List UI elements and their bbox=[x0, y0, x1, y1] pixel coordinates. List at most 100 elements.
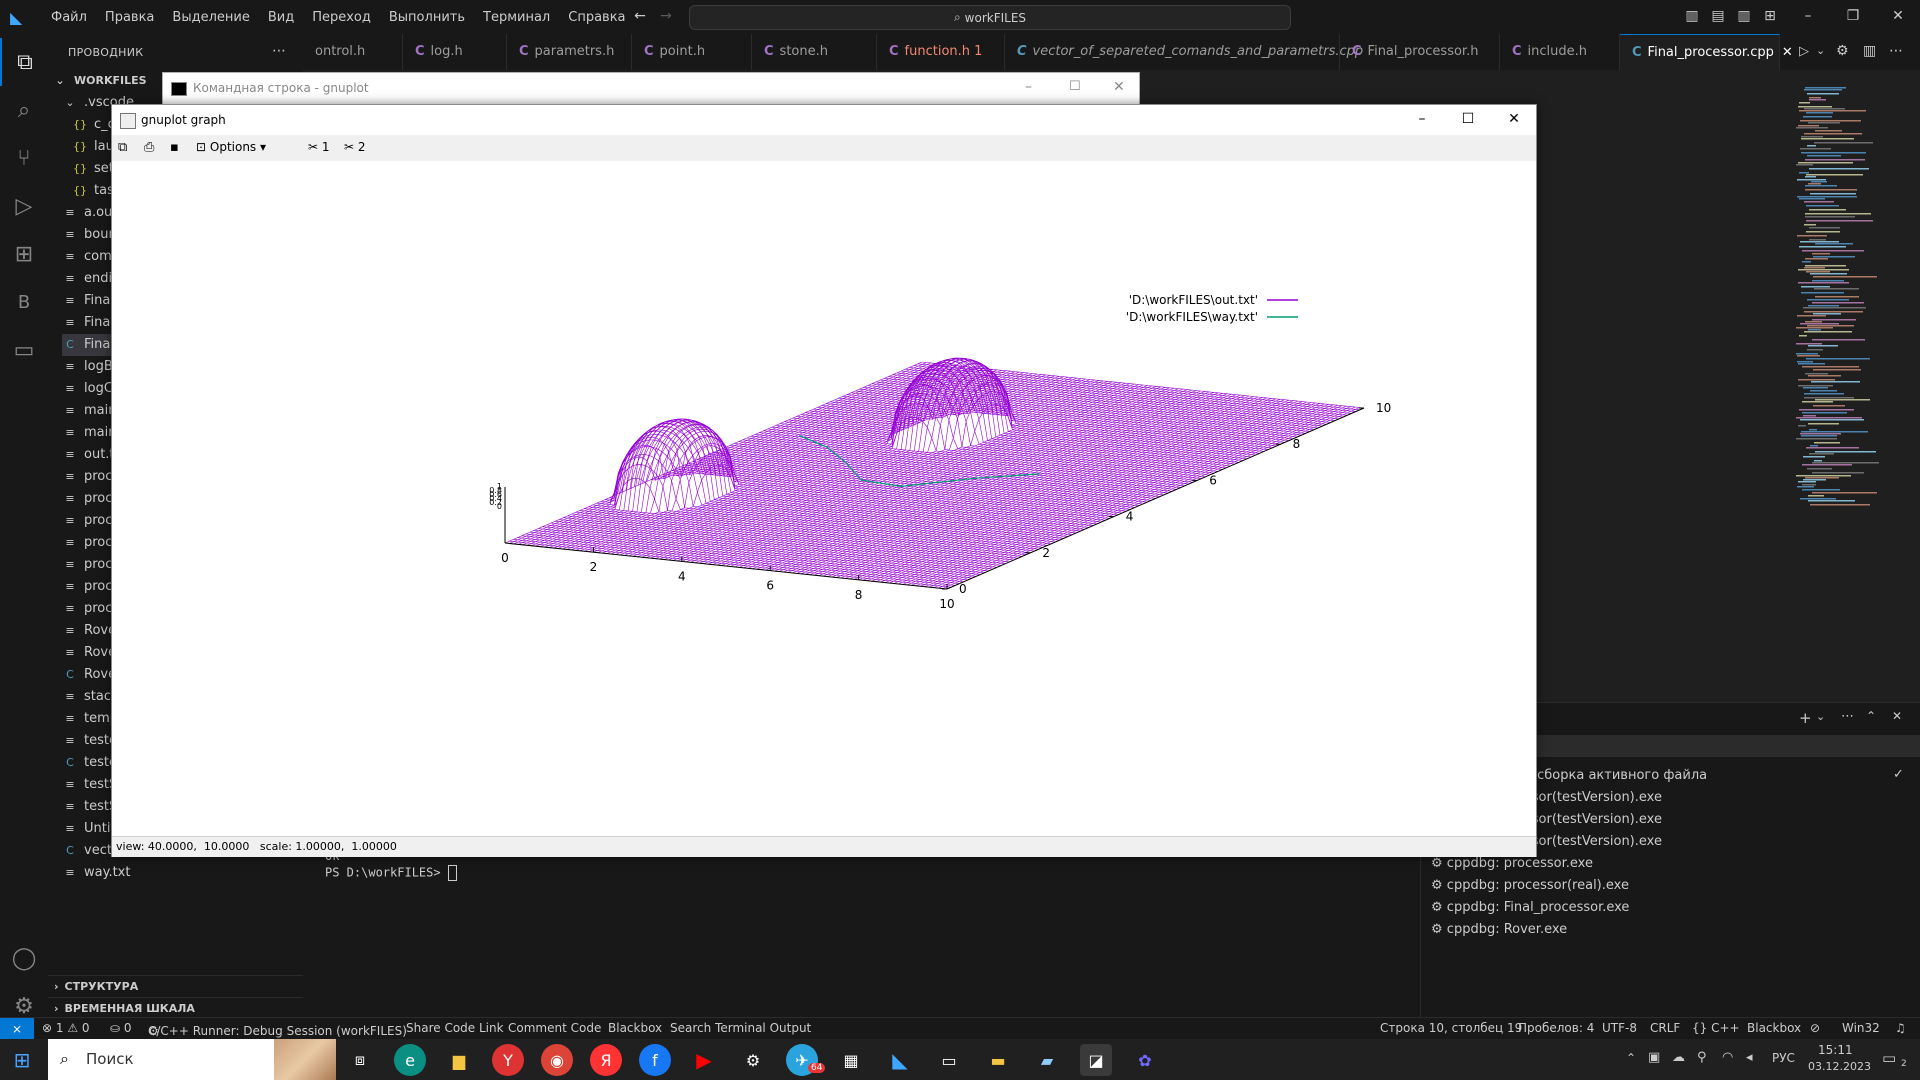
youtube-icon[interactable]: ▶ bbox=[688, 1044, 720, 1076]
cmd-window[interactable]: Командная строка - gnuplot – ☐ ✕ bbox=[162, 72, 1140, 108]
file-item[interactable]: ≡ logC. bbox=[62, 378, 117, 400]
file-item[interactable]: ≡ testS bbox=[62, 796, 117, 818]
task-list-item[interactable]: е сборка активного файла bbox=[1525, 768, 1707, 783]
tab-final-processor-cpp[interactable]: C Final_processor.cpp ✕ bbox=[1620, 34, 1793, 70]
file-item[interactable]: ≡ endir bbox=[62, 268, 117, 290]
toggle-sidebar-icon[interactable]: ▥ bbox=[1684, 8, 1700, 24]
tab-stone-h[interactable]: Cstone.h bbox=[752, 34, 877, 70]
menu-file[interactable]: Файл bbox=[42, 10, 96, 25]
file-item[interactable]: ≡ Rove bbox=[62, 642, 116, 664]
file-item[interactable]: ≡ temp bbox=[62, 708, 118, 730]
customize-layout-icon[interactable]: ⊞ bbox=[1762, 8, 1778, 24]
menu-selection[interactable]: Выделение bbox=[163, 10, 258, 25]
toggle-plot-2-button[interactable]: ✂ 2 bbox=[344, 140, 366, 154]
tab-function-h[interactable]: Cfunction.h 1 bbox=[877, 34, 1005, 70]
gnuplot-taskbar-icon[interactable]: ◪ bbox=[1080, 1044, 1112, 1076]
file-item[interactable]: ≡ a.out bbox=[62, 202, 117, 224]
tab-parametrs-h[interactable]: Cparametrs.h bbox=[507, 34, 632, 70]
yandex-icon[interactable]: Я bbox=[590, 1044, 622, 1076]
menu-view[interactable]: Вид bbox=[259, 10, 303, 25]
command-center-search[interactable]: ⌕ workFILES bbox=[689, 5, 1291, 30]
ports-count[interactable]: ⛀ 0 bbox=[110, 1021, 132, 1035]
forward-arrow-icon[interactable]: → bbox=[658, 8, 674, 24]
file-item[interactable]: ≡ Untit bbox=[62, 818, 115, 840]
tab-final-processor-h[interactable]: C Final_processor.h bbox=[1340, 34, 1500, 70]
task-list-item[interactable]: ssor(testVersion).exe bbox=[1525, 834, 1662, 849]
gnuplot-window[interactable]: gnuplot graph – ☐ ✕ ⧉ ⎙ ▪ ⊡ Options ▾ ✂ … bbox=[111, 104, 1537, 857]
indentation[interactable]: Пробелов: 4 bbox=[1518, 1021, 1594, 1035]
file-item[interactable]: C Rove bbox=[62, 664, 116, 686]
notifications-bell-icon[interactable]: ♫ bbox=[1895, 1021, 1906, 1035]
tab-include-h[interactable]: Cinclude.h bbox=[1500, 34, 1620, 70]
tab-log-h[interactable]: Clog.h bbox=[403, 34, 507, 70]
menu-terminal[interactable]: Терминал bbox=[474, 10, 559, 25]
new-terminal-icon[interactable]: + bbox=[1799, 709, 1812, 727]
tray-app-icon[interactable]: ▣ bbox=[1648, 1050, 1660, 1065]
tab-point-h[interactable]: Cpoint.h bbox=[632, 34, 752, 70]
source-control-icon[interactable]: ⑂ bbox=[0, 134, 48, 182]
task-list-item[interactable]: ssor(testVersion).exe bbox=[1525, 812, 1662, 827]
clock-date[interactable]: 03.12.2023 bbox=[1808, 1060, 1871, 1073]
more-actions-icon[interactable]: ⋯ bbox=[1889, 43, 1903, 59]
remote-explorer-icon[interactable]: ▭ bbox=[0, 326, 48, 374]
settings-gear-icon[interactable]: ⚙ bbox=[737, 1044, 769, 1076]
maximize-panel-icon[interactable]: ⌃ bbox=[1866, 709, 1876, 723]
microphone-icon[interactable]: ⚲ bbox=[1697, 1050, 1707, 1065]
close-window-icon[interactable]: ✕ bbox=[1890, 8, 1906, 24]
options-button[interactable]: ⊡ Options ▾ bbox=[196, 140, 266, 154]
tab-vector-cpp[interactable]: Cvector_of_separeted_comands_and_paramet… bbox=[1005, 34, 1363, 70]
file-item[interactable]: ≡ boun bbox=[62, 224, 116, 246]
keyboard-language[interactable]: РУС bbox=[1772, 1051, 1795, 1065]
more-actions-icon[interactable]: ⋯ bbox=[272, 43, 286, 59]
search-terminal-output[interactable]: Search Terminal Output bbox=[670, 1021, 811, 1035]
task-list-item[interactable]: ⚙ cppdbg: Final_processor.exe bbox=[1431, 900, 1629, 915]
blackbox-status[interactable]: Blackbox bbox=[608, 1021, 662, 1035]
save-icon[interactable]: ▪ bbox=[170, 140, 179, 155]
toggle-panel-icon[interactable]: ▤ bbox=[1710, 8, 1726, 24]
file-explorer-icon[interactable]: ▆ bbox=[443, 1044, 475, 1076]
menu-run[interactable]: Выполнить bbox=[380, 10, 474, 25]
vscode-taskbar-icon[interactable]: ◣ bbox=[884, 1044, 916, 1076]
edge-icon[interactable]: e bbox=[394, 1044, 426, 1076]
language-mode[interactable]: {} C++ bbox=[1692, 1021, 1740, 1035]
end-of-line[interactable]: CRLF bbox=[1650, 1021, 1680, 1035]
run-dropdown-icon[interactable]: ⌄ bbox=[1816, 44, 1825, 57]
wifi-icon[interactable]: ◠ bbox=[1722, 1050, 1733, 1065]
toggle-secondary-sidebar-icon[interactable]: ▥ bbox=[1736, 8, 1752, 24]
menu-help[interactable]: Справка bbox=[559, 10, 634, 25]
file-item[interactable]: ≡ logB. bbox=[62, 356, 116, 378]
pascal-icon[interactable]: ▬ bbox=[982, 1044, 1014, 1076]
restore-icon[interactable]: ❐ bbox=[1845, 8, 1861, 24]
file-item[interactable]: ≡ out.t bbox=[62, 444, 114, 466]
extensions-icon[interactable]: ⊞ bbox=[0, 230, 48, 278]
cmd-close-icon[interactable]: ✕ bbox=[1113, 79, 1125, 95]
gnuplot-maximize-icon[interactable]: ☐ bbox=[1458, 111, 1478, 129]
gnuplot-title-bar[interactable]: gnuplot graph – ☐ ✕ bbox=[112, 105, 1536, 135]
comment-code[interactable]: Comment Code bbox=[508, 1021, 601, 1035]
task-list-item[interactable]: ssor(testVersion).exe bbox=[1525, 790, 1662, 805]
gnuplot-plot-area[interactable]: 0246810024681010.80.60.40.20'D:\workFILE… bbox=[112, 161, 1536, 835]
onedrive-icon[interactable]: ☁ bbox=[1672, 1050, 1685, 1065]
remote-indicator[interactable]: ⨯ bbox=[0, 1018, 34, 1040]
split-editor-icon[interactable]: ▥ bbox=[1863, 43, 1876, 59]
account-icon[interactable]: ◯ bbox=[0, 934, 48, 982]
file-item[interactable]: ≡ way.txt bbox=[62, 862, 130, 884]
copilot-icon[interactable]: ⊘ bbox=[1810, 1021, 1820, 1035]
tab-control-h[interactable]: ontrol.h bbox=[303, 34, 403, 70]
close-tab-icon[interactable]: ✕ bbox=[1782, 45, 1793, 60]
task-list-item[interactable]: ⚙ cppdbg: processor(real).exe bbox=[1431, 878, 1629, 893]
run-file-icon[interactable]: ▷ bbox=[1799, 44, 1809, 59]
facebook-icon[interactable]: f bbox=[639, 1044, 671, 1076]
toggle-plot-1-button[interactable]: ✂ 1 bbox=[308, 140, 330, 154]
chrome-icon[interactable]: ◉ bbox=[541, 1044, 573, 1076]
menu-edit[interactable]: Правка bbox=[96, 10, 163, 25]
task-view-icon[interactable]: ⧈ bbox=[344, 1044, 376, 1076]
back-arrow-icon[interactable]: ← bbox=[632, 8, 648, 24]
notepad-icon[interactable]: ▦ bbox=[835, 1044, 867, 1076]
file-item[interactable]: Cteste bbox=[62, 752, 117, 774]
file-item[interactable]: ≡ testS bbox=[62, 774, 117, 796]
volume-icon[interactable]: ◂ bbox=[1746, 1050, 1753, 1065]
outline-section[interactable]: › СТРУКТУРА bbox=[48, 975, 303, 998]
file-item[interactable]: ≡ Rove bbox=[62, 620, 116, 642]
gnuplot-minimize-icon[interactable]: – bbox=[1412, 111, 1432, 129]
